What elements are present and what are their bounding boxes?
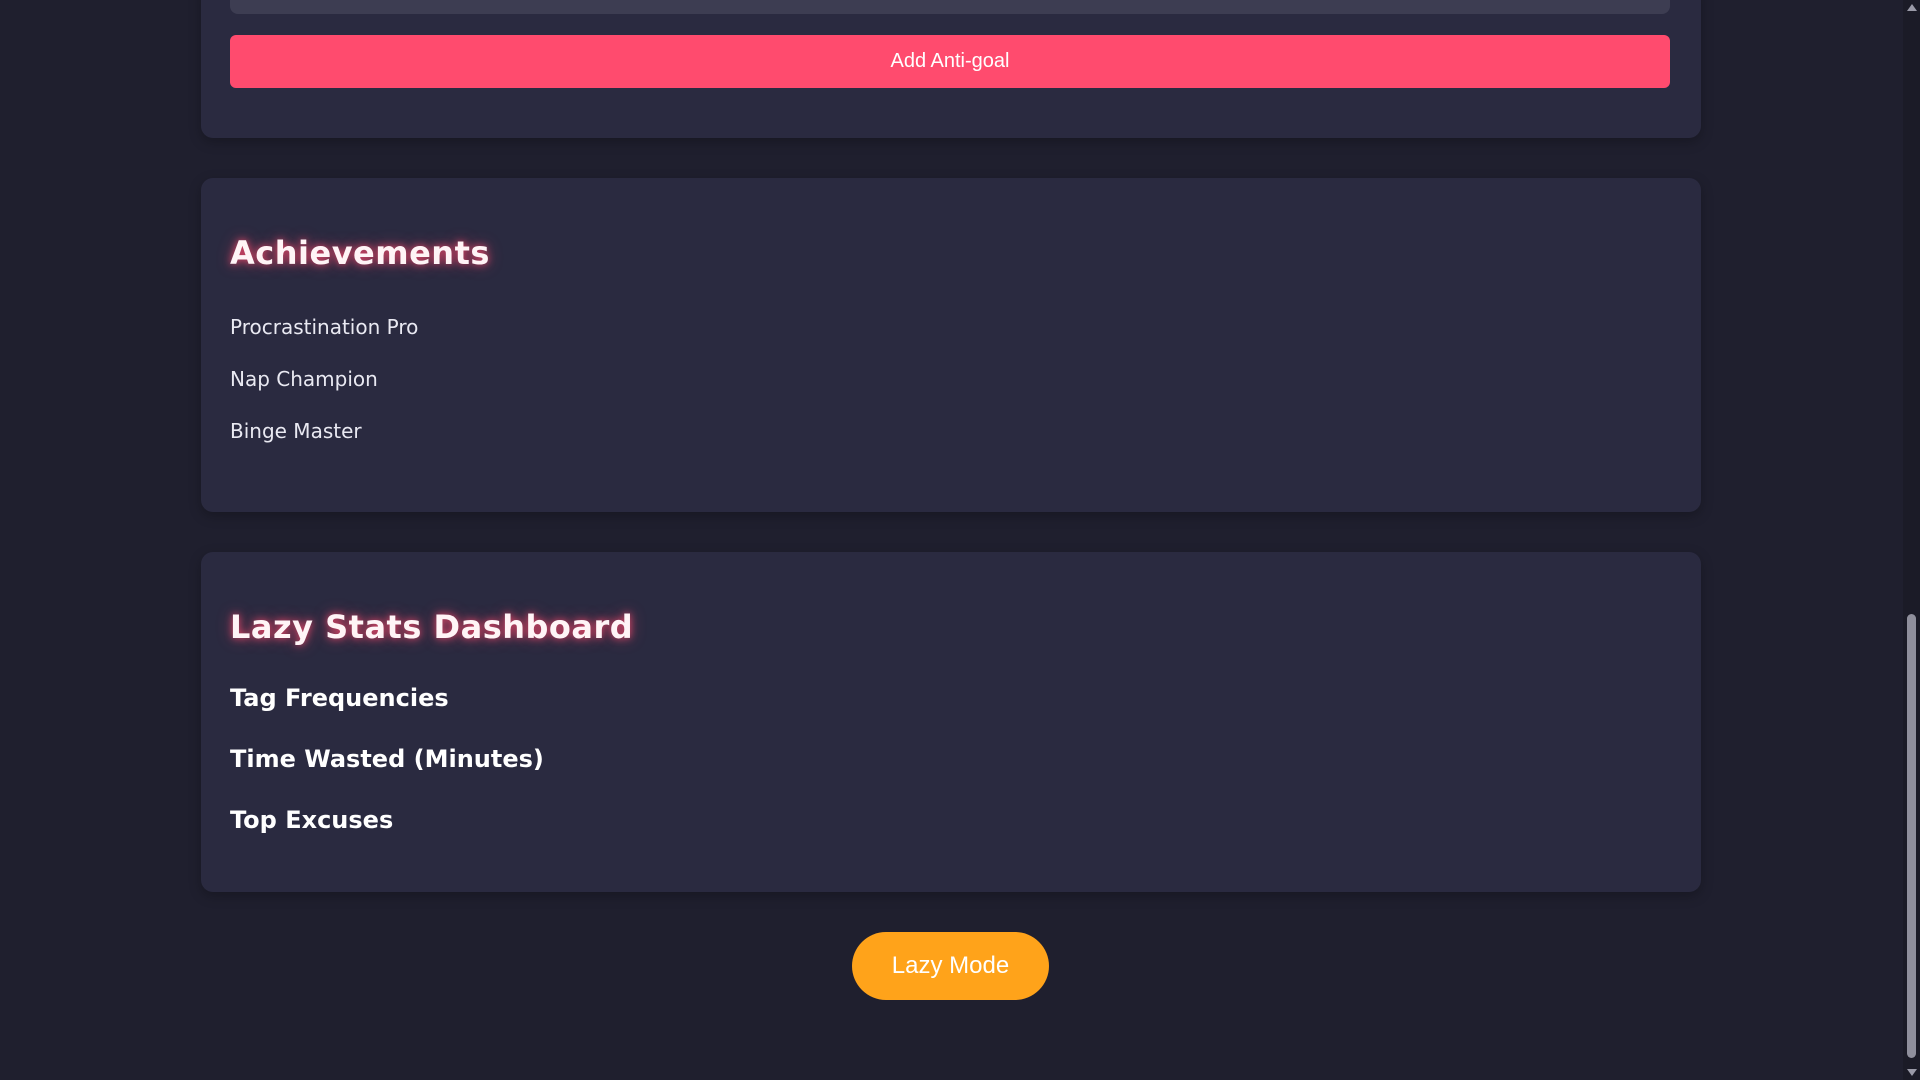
scroll-up-arrow-icon[interactable] bbox=[1907, 4, 1917, 11]
page: Add Anti-goal Achievements Procrastinati… bbox=[0, 0, 1920, 1080]
anti-goal-form-card: Add Anti-goal bbox=[201, 0, 1701, 138]
achievements-title: Achievements bbox=[230, 234, 490, 272]
scroll-down-arrow-icon[interactable] bbox=[1907, 1069, 1917, 1076]
achievement-item: Procrastination Pro bbox=[230, 315, 419, 339]
stats-section-time-wasted: Time Wasted (Minutes) bbox=[230, 745, 544, 773]
achievement-item: Nap Champion bbox=[230, 367, 378, 391]
stats-dashboard-title: Lazy Stats Dashboard bbox=[230, 608, 634, 646]
scrollbar-thumb[interactable] bbox=[1907, 614, 1916, 1058]
achievements-list: Procrastination Pro Nap Champion Binge M… bbox=[230, 313, 418, 469]
anti-goal-input[interactable] bbox=[230, 0, 1670, 14]
achievements-card: Achievements Procrastination Pro Nap Cha… bbox=[201, 178, 1701, 512]
achievement-item: Binge Master bbox=[230, 419, 362, 443]
stats-sections: Tag Frequencies Time Wasted (Minutes) To… bbox=[230, 682, 544, 865]
lazy-mode-button[interactable]: Lazy Mode bbox=[852, 932, 1049, 1000]
stats-section-tag-frequencies: Tag Frequencies bbox=[230, 684, 449, 712]
lazy-stats-dashboard-card: Lazy Stats Dashboard Tag Frequencies Tim… bbox=[201, 552, 1701, 892]
vertical-scrollbar[interactable] bbox=[1903, 0, 1920, 1080]
stats-section-top-excuses: Top Excuses bbox=[230, 806, 394, 834]
add-anti-goal-button[interactable]: Add Anti-goal bbox=[230, 35, 1670, 88]
